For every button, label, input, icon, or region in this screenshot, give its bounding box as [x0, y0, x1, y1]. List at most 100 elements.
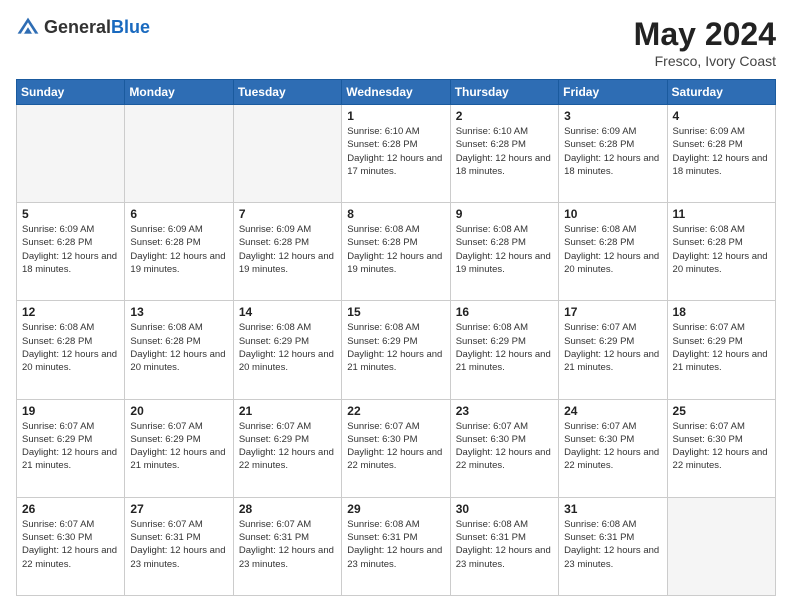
- calendar-header-row: Sunday Monday Tuesday Wednesday Thursday…: [17, 80, 776, 105]
- calendar-week-row: 5 Sunrise: 6:09 AM Sunset: 6:28 PM Daylig…: [17, 203, 776, 301]
- table-row: 14 Sunrise: 6:08 AM Sunset: 6:29 PM Dayli…: [233, 301, 341, 399]
- day-info: Sunrise: 6:08 AM Sunset: 6:29 PM Dayligh…: [456, 321, 553, 374]
- table-row: 1Sunrise: 6:10 AM Sunset: 6:28 PM Daylig…: [342, 105, 450, 203]
- logo-blue-text: Blue: [111, 18, 150, 38]
- day-number: 23: [456, 404, 553, 418]
- day-number: 3: [564, 109, 661, 123]
- day-number: 20: [130, 404, 227, 418]
- calendar-title: May 2024: [634, 16, 776, 53]
- calendar-location: Fresco, Ivory Coast: [634, 53, 776, 69]
- day-number: 15: [347, 305, 444, 319]
- day-number: 2: [456, 109, 553, 123]
- table-row: 25Sunrise: 6:07 AM Sunset: 6:30 PM Dayli…: [667, 399, 775, 497]
- day-number: 31: [564, 502, 661, 516]
- day-number: 27: [130, 502, 227, 516]
- table-row: 15 Sunrise: 6:08 AM Sunset: 6:29 PM Dayli…: [342, 301, 450, 399]
- day-info: Sunrise: 6:07 AM Sunset: 6:29 PM Dayligh…: [673, 321, 770, 374]
- col-saturday: Saturday: [667, 80, 775, 105]
- day-number: 14: [239, 305, 336, 319]
- day-number: 4: [673, 109, 770, 123]
- day-number: 12: [22, 305, 119, 319]
- table-row: 18 Sunrise: 6:07 AM Sunset: 6:29 PM Dayli…: [667, 301, 775, 399]
- table-row: [233, 105, 341, 203]
- table-row: 30 Sunrise: 6:08 AM Sunset: 6:31 PM Dayli…: [450, 497, 558, 595]
- day-info: Sunrise: 6:08 AM Sunset: 6:28 PM Dayligh…: [564, 223, 661, 276]
- table-row: 26Sunrise: 6:07 AM Sunset: 6:30 PM Dayli…: [17, 497, 125, 595]
- calendar-week-row: 19 Sunrise: 6:07 AM Sunset: 6:29 PM Dayli…: [17, 399, 776, 497]
- day-info: Sunrise: 6:07 AM Sunset: 6:31 PM Dayligh…: [239, 518, 336, 571]
- table-row: 24 Sunrise: 6:07 AM Sunset: 6:30 PM Dayli…: [559, 399, 667, 497]
- table-row: 19 Sunrise: 6:07 AM Sunset: 6:29 PM Dayli…: [17, 399, 125, 497]
- table-row: 23Sunrise: 6:07 AM Sunset: 6:30 PM Dayli…: [450, 399, 558, 497]
- day-number: 18: [673, 305, 770, 319]
- day-number: 8: [347, 207, 444, 221]
- title-block: May 2024 Fresco, Ivory Coast: [634, 16, 776, 69]
- day-info: Sunrise: 6:08 AM Sunset: 6:31 PM Dayligh…: [456, 518, 553, 571]
- day-number: 29: [347, 502, 444, 516]
- calendar-table: Sunday Monday Tuesday Wednesday Thursday…: [16, 79, 776, 596]
- day-info: Sunrise: 6:07 AM Sunset: 6:29 PM Dayligh…: [564, 321, 661, 374]
- col-friday: Friday: [559, 80, 667, 105]
- table-row: 13Sunrise: 6:08 AM Sunset: 6:28 PM Dayli…: [125, 301, 233, 399]
- table-row: [125, 105, 233, 203]
- day-info: Sunrise: 6:09 AM Sunset: 6:28 PM Dayligh…: [22, 223, 119, 276]
- day-info: Sunrise: 6:07 AM Sunset: 6:29 PM Dayligh…: [22, 420, 119, 473]
- day-info: Sunrise: 6:08 AM Sunset: 6:31 PM Dayligh…: [347, 518, 444, 571]
- table-row: 9Sunrise: 6:08 AM Sunset: 6:28 PM Daylig…: [450, 203, 558, 301]
- logo-icon: [16, 16, 40, 40]
- table-row: 8Sunrise: 6:08 AM Sunset: 6:28 PM Daylig…: [342, 203, 450, 301]
- col-thursday: Thursday: [450, 80, 558, 105]
- col-wednesday: Wednesday: [342, 80, 450, 105]
- table-row: 12 Sunrise: 6:08 AM Sunset: 6:28 PM Dayli…: [17, 301, 125, 399]
- day-number: 28: [239, 502, 336, 516]
- day-number: 1: [347, 109, 444, 123]
- table-row: 29 Sunrise: 6:08 AM Sunset: 6:31 PM Dayli…: [342, 497, 450, 595]
- day-info: Sunrise: 6:08 AM Sunset: 6:29 PM Dayligh…: [239, 321, 336, 374]
- table-row: 11Sunrise: 6:08 AM Sunset: 6:28 PM Dayli…: [667, 203, 775, 301]
- table-row: 21 Sunrise: 6:07 AM Sunset: 6:29 PM Dayli…: [233, 399, 341, 497]
- day-info: Sunrise: 6:08 AM Sunset: 6:28 PM Dayligh…: [673, 223, 770, 276]
- day-info: Sunrise: 6:08 AM Sunset: 6:28 PM Dayligh…: [22, 321, 119, 374]
- logo-general-text: General: [44, 18, 111, 38]
- day-info: Sunrise: 6:07 AM Sunset: 6:31 PM Dayligh…: [130, 518, 227, 571]
- day-info: Sunrise: 6:07 AM Sunset: 6:29 PM Dayligh…: [130, 420, 227, 473]
- day-number: 22: [347, 404, 444, 418]
- day-info: Sunrise: 6:08 AM Sunset: 6:29 PM Dayligh…: [347, 321, 444, 374]
- day-number: 16: [456, 305, 553, 319]
- col-monday: Monday: [125, 80, 233, 105]
- table-row: 3 Sunrise: 6:09 AM Sunset: 6:28 PM Daylig…: [559, 105, 667, 203]
- day-number: 5: [22, 207, 119, 221]
- table-row: 5 Sunrise: 6:09 AM Sunset: 6:28 PM Daylig…: [17, 203, 125, 301]
- table-row: 7 Sunrise: 6:09 AM Sunset: 6:28 PM Daylig…: [233, 203, 341, 301]
- day-number: 7: [239, 207, 336, 221]
- day-info: Sunrise: 6:09 AM Sunset: 6:28 PM Dayligh…: [673, 125, 770, 178]
- calendar-week-row: 26Sunrise: 6:07 AM Sunset: 6:30 PM Dayli…: [17, 497, 776, 595]
- col-tuesday: Tuesday: [233, 80, 341, 105]
- table-row: 20 Sunrise: 6:07 AM Sunset: 6:29 PM Dayli…: [125, 399, 233, 497]
- day-info: Sunrise: 6:07 AM Sunset: 6:30 PM Dayligh…: [564, 420, 661, 473]
- day-info: Sunrise: 6:07 AM Sunset: 6:30 PM Dayligh…: [673, 420, 770, 473]
- day-number: 19: [22, 404, 119, 418]
- day-info: Sunrise: 6:08 AM Sunset: 6:31 PM Dayligh…: [564, 518, 661, 571]
- day-info: Sunrise: 6:07 AM Sunset: 6:29 PM Dayligh…: [239, 420, 336, 473]
- table-row: 17 Sunrise: 6:07 AM Sunset: 6:29 PM Dayli…: [559, 301, 667, 399]
- day-info: Sunrise: 6:09 AM Sunset: 6:28 PM Dayligh…: [564, 125, 661, 178]
- day-number: 21: [239, 404, 336, 418]
- day-number: 26: [22, 502, 119, 516]
- page-header: GeneralBlue May 2024 Fresco, Ivory Coast: [16, 16, 776, 69]
- day-number: 17: [564, 305, 661, 319]
- logo: GeneralBlue: [16, 16, 150, 40]
- table-row: 16 Sunrise: 6:08 AM Sunset: 6:29 PM Dayli…: [450, 301, 558, 399]
- table-row: 2 Sunrise: 6:10 AM Sunset: 6:28 PM Daylig…: [450, 105, 558, 203]
- day-number: 13: [130, 305, 227, 319]
- day-number: 24: [564, 404, 661, 418]
- table-row: [667, 497, 775, 595]
- day-number: 30: [456, 502, 553, 516]
- day-info: Sunrise: 6:09 AM Sunset: 6:28 PM Dayligh…: [239, 223, 336, 276]
- calendar-week-row: 1 Sunrise: 6:10 AM Sunset: 6:28 PM Daylig…: [17, 105, 776, 203]
- table-row: 6Sunrise: 6:09 AM Sunset: 6:28 PM Daylig…: [125, 203, 233, 301]
- table-row: 10Sunrise: 6:08 AM Sunset: 6:28 PM Dayli…: [559, 203, 667, 301]
- calendar-week-row: 12 Sunrise: 6:08 AM Sunset: 6:28 PM Dayli…: [17, 301, 776, 399]
- day-info: Sunrise: 6:09 AM Sunset: 6:28 PM Dayligh…: [130, 223, 227, 276]
- day-info: Sunrise: 6:10 AM Sunset: 6:28 PM Dayligh…: [456, 125, 553, 178]
